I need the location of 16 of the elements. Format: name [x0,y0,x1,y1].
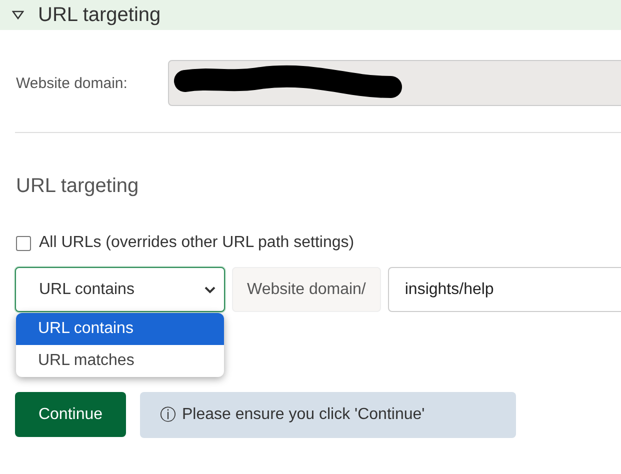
path-input-field[interactable]: insights/help [388,267,621,312]
notice-text: Please ensure you click 'Continue' [182,406,425,424]
dropdown-option[interactable]: URL matches [16,345,224,377]
continue-button[interactable]: Continue [15,392,126,437]
chevron-down-icon [204,286,216,294]
checkbox[interactable] [16,236,31,250]
field-label: Website domain: [16,74,128,92]
match-type-dropdown[interactable]: URL contains [15,267,225,312]
collapse-triangle-icon [12,10,24,20]
section-heading: URL targeting [16,175,140,198]
checkbox-label[interactable]: All URLs (overrides other URL path settings) [39,234,354,252]
section-header[interactable]: URL targeting [0,0,621,30]
info-icon: ⓘ [160,404,176,426]
dropdown-option[interactable]: URL contains [16,313,224,345]
domain-field[interactable] [168,60,621,106]
domain-prefix: Website domain/ [232,267,381,312]
